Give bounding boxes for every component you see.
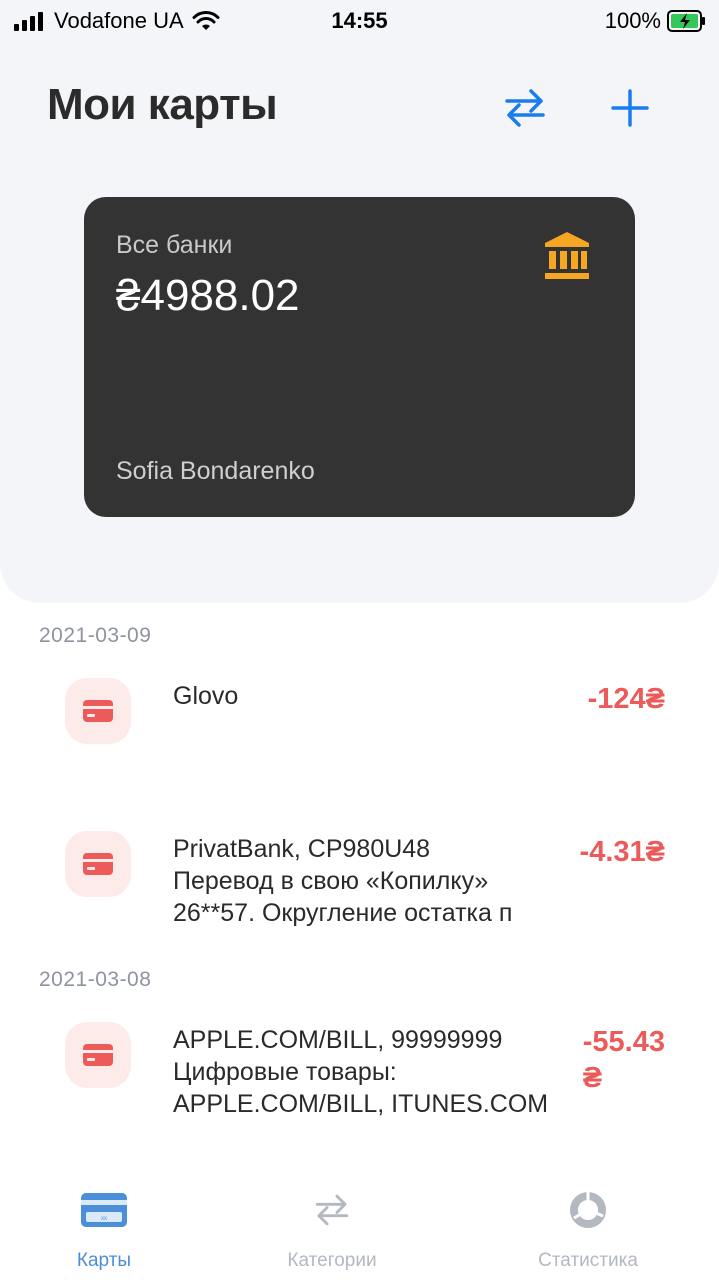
- transaction-line: APPLE.COM/BILL, ITUNES.COM: [173, 1090, 549, 1118]
- card-owner: Sofia Bondarenko: [116, 457, 315, 485]
- transaction-icon: [65, 678, 131, 744]
- plus-icon: [611, 89, 649, 127]
- swap-arrows-icon: [505, 89, 545, 127]
- transaction-line: Glovo: [173, 682, 239, 710]
- status-bar: Vodafone UA 14:55 100%: [0, 0, 719, 40]
- transaction-amount-currency: ₴: [582, 1062, 603, 1094]
- transaction-line: 26**57. Округление остатка п: [173, 899, 513, 927]
- transaction-line: PrivatBank, CP980U48: [173, 835, 431, 863]
- tab-label: Статистика: [538, 1250, 638, 1271]
- all-banks-card[interactable]: Все банки ₴4988.02 Sofia Bondarenko: [84, 197, 635, 517]
- add-card-button[interactable]: [604, 82, 656, 134]
- tab-categories-icon-wrap: [232, 1188, 432, 1232]
- status-right: 100%: [605, 8, 707, 34]
- card-icon: [83, 700, 113, 722]
- transaction-description: PrivatBank, CP980U48 Перевод в свою «Коп…: [173, 833, 551, 929]
- tab-statistics-icon-wrap: [488, 1188, 688, 1232]
- page-title: Мои карты: [47, 80, 278, 129]
- svg-text:xx: xx: [101, 1216, 107, 1222]
- transaction-line: APPLE.COM/BILL, 99999999: [173, 1026, 503, 1054]
- transaction-line: Цифровые товары:: [173, 1058, 397, 1086]
- tab-categories[interactable]: Категории: [232, 1170, 432, 1280]
- card-balance: ₴4988.02: [116, 271, 300, 320]
- swap-arrows-icon: [315, 1194, 349, 1226]
- transfer-button[interactable]: [499, 82, 551, 134]
- tab-statistics[interactable]: Статистика: [488, 1170, 688, 1280]
- transaction-icon: [65, 1022, 131, 1088]
- transaction-amount-value: -55.43: [582, 1026, 665, 1058]
- tab-cards-icon-wrap: xx: [4, 1188, 204, 1232]
- transaction-description: APPLE.COM/BILL, 99999999 Цифровые товары…: [173, 1024, 551, 1120]
- card-icon: [83, 1044, 113, 1066]
- transaction-icon: [65, 831, 131, 897]
- battery-charging-icon: [667, 10, 705, 32]
- card-icon: [83, 853, 113, 875]
- transaction-amount: -124₴: [587, 683, 665, 715]
- tab-label: Карты: [76, 1250, 132, 1271]
- donut-chart-icon: [570, 1192, 606, 1228]
- date-header: 2021-03-09: [39, 624, 152, 647]
- tab-label: Категории: [287, 1250, 377, 1271]
- transaction-amount: -55.43 ₴: [583, 1024, 665, 1096]
- transaction-description: Glovo: [173, 680, 551, 712]
- battery-percent: 100%: [604, 8, 661, 33]
- tab-cards[interactable]: xx Карты: [4, 1170, 204, 1280]
- card-icon: xx: [81, 1193, 127, 1227]
- tab-bar: xx Карты Категории Статистика: [0, 1170, 719, 1280]
- card-label: Все банки: [116, 231, 233, 259]
- transaction-line: Перевод в свою «Копилку»: [173, 867, 489, 895]
- transaction-amount: -4.31₴: [579, 836, 665, 868]
- date-header: 2021-03-08: [39, 968, 152, 991]
- bank-icon: [545, 232, 589, 279]
